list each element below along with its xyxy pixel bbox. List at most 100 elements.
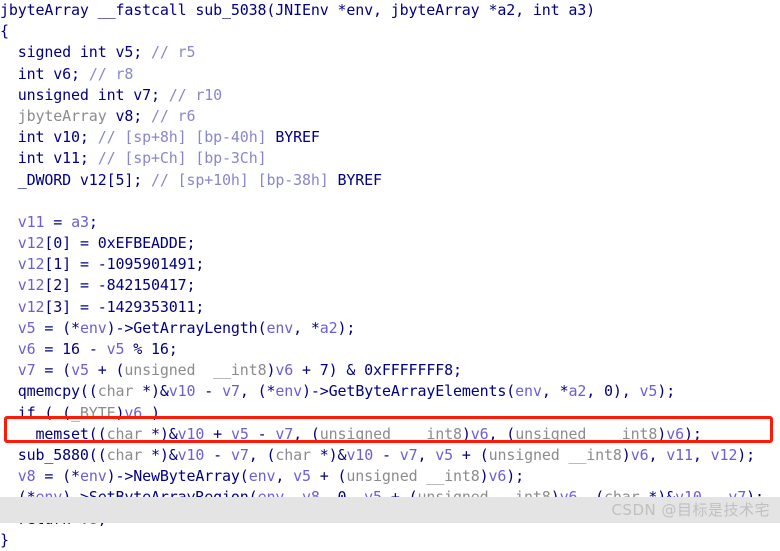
code-token: a2 <box>319 318 338 337</box>
code-token: v8; <box>106 106 151 125</box>
code-token: + ( <box>453 445 489 464</box>
code-token: , ( <box>248 445 276 464</box>
code-token: v7 <box>399 445 418 464</box>
code-token: *)& <box>133 382 169 401</box>
code-token: env <box>248 467 276 486</box>
code-token: } <box>0 530 9 549</box>
code-token: = (* <box>35 318 80 337</box>
code-token: v11 <box>666 445 693 464</box>
code-token: v7 <box>17 361 36 380</box>
code-token: unsigned __int8 <box>346 467 480 486</box>
code-token: env <box>275 382 303 401</box>
code-token: char <box>106 445 143 464</box>
code-token: v11 <box>17 212 45 231</box>
code-token: env <box>515 382 542 401</box>
code-token: // <box>97 128 125 147</box>
code-line[interactable]: unsigned int v7; // r10 <box>0 85 780 106</box>
code-token: int v6; <box>0 64 89 83</box>
code-token: ); <box>737 445 756 464</box>
code-line[interactable]: jbyteArray __fastcall sub_5038(JNIEnv *e… <box>0 0 780 21</box>
code-token: unsigned __int8 <box>124 361 267 380</box>
code-token: ); <box>506 467 525 486</box>
code-token: BYREF <box>328 170 383 189</box>
code-token: [2] = -842150417; <box>44 276 196 295</box>
code-line-highlighted[interactable]: sub_5880((char *)&v10 - v7, (char *)&v10… <box>0 445 780 466</box>
code-token: [sp+Ch] [bp-3Ch] <box>124 149 267 168</box>
code-line[interactable]: int v11; // [sp+Ch] [bp-3Ch] <box>0 148 780 169</box>
code-token: v7 <box>275 424 294 443</box>
code-line[interactable]: v5 = (*env)->GetArrayLength(env, *a2); <box>0 318 780 339</box>
code-line[interactable]: int v6; // r8 <box>0 64 780 85</box>
code-token: - <box>204 445 231 464</box>
code-token: v8 <box>17 467 36 486</box>
code-token: + ( <box>310 467 347 486</box>
code-line[interactable]: int v10; // [sp+8h] [bp-40h] BYREF <box>0 127 780 148</box>
code-line[interactable]: v12[1] = -1095901491; <box>0 254 780 275</box>
code-line[interactable]: v8 = (*env)->NewByteArray(env, v5 + (uns… <box>0 466 780 487</box>
code-line[interactable]: _DWORD v12[5]; // [sp+10h] [bp-38h] BYRE… <box>0 170 780 191</box>
code-line[interactable]: v12[3] = -1429353011; <box>0 297 780 318</box>
code-line[interactable]: v7 = (v5 + (unsigned __int8)v6 + 7) & 0x… <box>0 360 780 381</box>
code-token: v6 <box>488 467 507 486</box>
code-token: env <box>266 318 294 337</box>
code-token: ); <box>683 424 702 443</box>
code-token: v5 <box>230 424 249 443</box>
pseudocode-editor[interactable]: jbyteArray __fastcall sub_5038(JNIEnv *e… <box>0 0 780 549</box>
code-token: = ( <box>35 361 72 380</box>
code-token: , ( <box>488 424 516 443</box>
code-token: unsigned int v7; <box>0 85 169 104</box>
code-line[interactable]: v11 = a3; <box>0 212 780 233</box>
code-token: v12 <box>17 297 45 316</box>
code-token: )->NewByteArray( <box>106 467 249 486</box>
code-token: // r8 <box>88 64 134 83</box>
code-token: a3 <box>71 212 89 231</box>
code-token: ) <box>266 361 276 380</box>
code-token: v5 <box>71 361 89 380</box>
code-token: // <box>150 170 178 189</box>
code-token: v10 <box>168 382 196 401</box>
code-line[interactable]: v6 = 16 - v5 % 16; <box>0 339 780 360</box>
code-token: *)& <box>310 445 347 464</box>
code-token: { <box>0 22 9 41</box>
code-line[interactable]: } <box>0 530 780 551</box>
code-token: + 7) & 0xFFFFFFF8; <box>293 361 462 380</box>
code-token: - <box>195 382 223 401</box>
code-line[interactable]: { <box>0 21 780 42</box>
code-token: char <box>106 424 143 443</box>
code-token: v12 <box>17 234 45 253</box>
code-line[interactable]: jbyteArray v8; // r6 <box>0 106 780 127</box>
code-token: *)& <box>142 445 178 464</box>
code-token: unsigned __int8 <box>319 424 462 443</box>
code-token: if ( ( <box>0 403 72 422</box>
code-token: v6 <box>17 340 36 358</box>
code-line[interactable] <box>0 191 780 212</box>
code-token: unsigned __int8 <box>488 445 622 464</box>
code-token: , <box>275 467 294 486</box>
code-line[interactable]: memset((char *)&v10 + v5 - v7, (unsigned… <box>0 424 780 445</box>
code-line[interactable]: v12[0] = 0xEFBEADDE; <box>0 233 780 254</box>
code-token: , <box>692 445 711 464</box>
code-line[interactable]: if ( (_BYTE)v6 ) <box>0 403 780 424</box>
code-line[interactable]: qmemcpy((char *)&v10 - v7, (*env)->GetBy… <box>0 381 780 402</box>
code-token: v10 <box>177 424 205 443</box>
code-token: v10 <box>346 445 374 464</box>
code-token: jbyteArray <box>17 106 107 125</box>
code-token: v7 <box>230 445 249 464</box>
code-token: ); <box>657 382 676 401</box>
code-token: env <box>79 318 107 337</box>
code-token: [sp+10h] [bp-38h] <box>177 170 329 189</box>
code-token: + <box>204 424 231 443</box>
code-token: char <box>97 382 134 401</box>
code-token: ) <box>461 424 471 443</box>
code-line[interactable]: v12[2] = -842150417; <box>0 275 780 296</box>
code-line[interactable]: signed int v5; // r5 <box>0 42 780 63</box>
code-token: _DWORD v12[5]; <box>0 170 151 189</box>
code-token: v5 <box>106 340 125 358</box>
